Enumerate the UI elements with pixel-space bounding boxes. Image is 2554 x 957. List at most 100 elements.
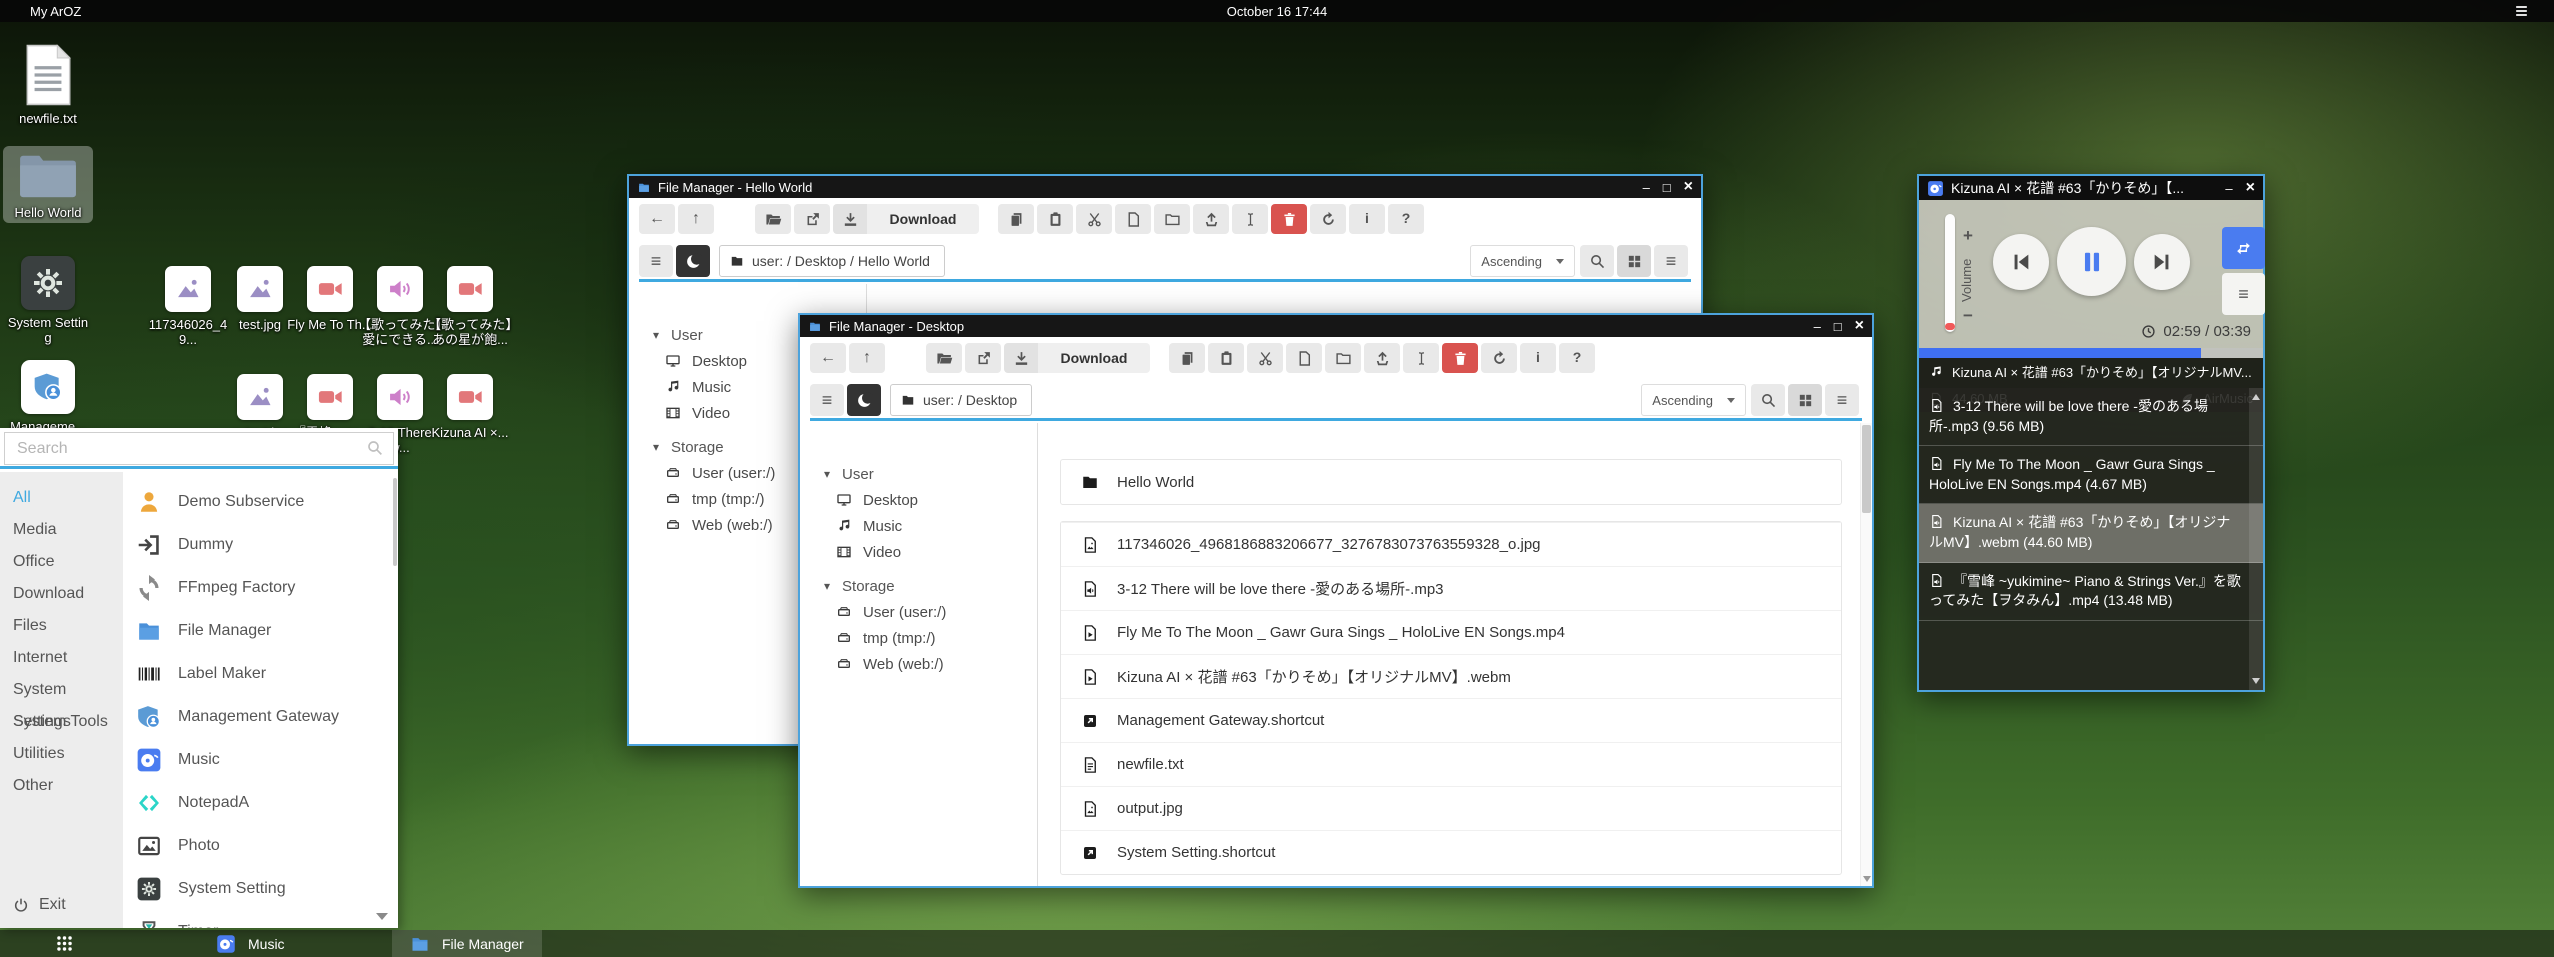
upload-button[interactable] xyxy=(1364,343,1400,373)
category-item[interactable]: Other xyxy=(0,770,123,802)
file-row[interactable]: 3-12 There will be love there -愛のある場所-.m… xyxy=(1061,566,1841,610)
titlebar[interactable]: File Manager - Hello World – □ × xyxy=(629,176,1701,198)
exit-button[interactable]: Exit xyxy=(13,896,66,914)
close-button[interactable]: × xyxy=(2246,180,2255,196)
sidebar-item[interactable]: tmp (tmp:/) xyxy=(800,625,1037,651)
maximize-button[interactable]: □ xyxy=(1663,181,1671,194)
search-button[interactable] xyxy=(1751,384,1785,416)
desktop-icon[interactable]: Hello World xyxy=(3,146,93,223)
search-button[interactable] xyxy=(1580,245,1614,277)
app-item[interactable]: Management Gateway xyxy=(123,695,398,738)
sidebar-item[interactable]: Storage xyxy=(800,573,1037,599)
category-item[interactable]: Office xyxy=(0,546,123,578)
desktop-icon[interactable]: 【歌ってみた】あの星が飽... xyxy=(425,262,515,351)
open-in-new-button[interactable] xyxy=(965,343,1001,373)
info-button[interactable] xyxy=(1349,204,1385,234)
scrollbar[interactable] xyxy=(1860,423,1872,886)
file-row[interactable]: Fly Me To The Moon _ Gawr Gura Sings _ H… xyxy=(1061,610,1841,654)
file-row[interactable]: Kizuna AI × 花譜 #63「かりそめ」【オリジナルMV】.webm xyxy=(1061,654,1841,698)
new-folder-button[interactable] xyxy=(1154,204,1190,234)
volume-slider[interactable] xyxy=(1945,214,1955,332)
new-folder-button[interactable] xyxy=(1325,343,1361,373)
rename-button[interactable] xyxy=(1403,343,1439,373)
view-list-button[interactable] xyxy=(1825,384,1859,416)
titlebar[interactable]: File Manager - Desktop – □ × xyxy=(800,315,1872,337)
minimize-button[interactable]: – xyxy=(2225,182,2232,195)
sort-dropdown[interactable]: Ascending xyxy=(1470,245,1575,277)
back-button[interactable] xyxy=(810,343,846,373)
new-file-button[interactable] xyxy=(1286,343,1322,373)
progress-bar[interactable] xyxy=(1919,348,2263,358)
app-list-scrollbar[interactable] xyxy=(393,478,397,566)
app-item[interactable]: System Setting xyxy=(123,867,398,910)
help-button[interactable] xyxy=(1559,343,1595,373)
sort-dropdown[interactable]: Ascending xyxy=(1641,384,1746,416)
breadcrumb[interactable]: user: / Desktop xyxy=(890,384,1032,416)
delete-button[interactable] xyxy=(1271,204,1307,234)
playlist-item[interactable]: 『雪峰 ~yukimine~ Piano & Strings Ver.』を歌って… xyxy=(1919,563,2263,621)
paste-button[interactable] xyxy=(1208,343,1244,373)
theme-toggle-button[interactable] xyxy=(847,384,881,416)
app-item[interactable]: File Manager xyxy=(123,609,398,652)
upload-button[interactable] xyxy=(1193,204,1229,234)
file-row[interactable]: output.jpg xyxy=(1061,786,1841,830)
category-item[interactable]: Utilities xyxy=(0,738,123,770)
open-in-new-button[interactable] xyxy=(794,204,830,234)
taskbar-item[interactable]: File Manager xyxy=(392,930,542,957)
app-item[interactable]: Photo xyxy=(123,824,398,867)
search-input[interactable] xyxy=(4,432,394,465)
playlist-item[interactable]: Fly Me To The Moon _ Gawr Gura Sings _ H… xyxy=(1919,446,2263,504)
volume-down-button[interactable]: − xyxy=(1963,306,1973,326)
close-button[interactable]: × xyxy=(1855,318,1864,334)
desktop-icon[interactable]: System Setting xyxy=(3,252,93,349)
delete-button[interactable] xyxy=(1442,343,1478,373)
app-launcher-icon[interactable] xyxy=(55,934,74,953)
file-row[interactable]: 117346026_4968186883206677_3276783073763… xyxy=(1061,522,1841,566)
next-track-button[interactable] xyxy=(2134,234,2190,290)
category-item[interactable]: Files xyxy=(0,610,123,642)
copy-button[interactable] xyxy=(998,204,1034,234)
volume-up-button[interactable]: + xyxy=(1963,226,1973,246)
app-item[interactable]: Label Maker xyxy=(123,652,398,695)
refresh-button[interactable] xyxy=(1310,204,1346,234)
scroll-down-icon[interactable] xyxy=(1863,876,1871,882)
file-row[interactable]: System Setting.shortcut xyxy=(1061,830,1841,874)
new-file-button[interactable] xyxy=(1115,204,1151,234)
refresh-button[interactable] xyxy=(1481,343,1517,373)
download-button[interactable]: Download xyxy=(833,204,979,234)
sidebar-item[interactable]: Music xyxy=(800,513,1037,539)
close-button[interactable]: × xyxy=(1684,179,1693,195)
view-grid-button[interactable] xyxy=(1788,384,1822,416)
category-item[interactable]: All xyxy=(0,482,123,514)
view-list-button[interactable] xyxy=(1654,245,1688,277)
info-button[interactable] xyxy=(1520,343,1556,373)
sidebar-item[interactable]: Desktop xyxy=(800,487,1037,513)
cut-button[interactable] xyxy=(1247,343,1283,373)
sidebar-item[interactable]: User xyxy=(800,461,1037,487)
category-item[interactable]: System Tools xyxy=(0,706,123,738)
back-button[interactable] xyxy=(639,204,675,234)
previous-track-button[interactable] xyxy=(1993,234,2049,290)
hamburger-menu-icon[interactable] xyxy=(2513,3,2530,19)
desktop-icon[interactable]: Manageme... xyxy=(3,356,93,437)
taskbar-item[interactable]: Music xyxy=(198,930,303,957)
menu-toggle-button[interactable] xyxy=(639,245,673,277)
open-button[interactable] xyxy=(926,343,962,373)
desktop-icon[interactable]: Kizuna AI ×... xyxy=(425,370,515,443)
sidebar-item[interactable]: Video xyxy=(800,539,1037,565)
view-grid-button[interactable] xyxy=(1617,245,1651,277)
pause-button[interactable] xyxy=(2057,227,2126,296)
help-button[interactable] xyxy=(1388,204,1424,234)
minimize-button[interactable]: – xyxy=(1814,320,1821,333)
up-button[interactable] xyxy=(678,204,714,234)
category-item[interactable]: Media xyxy=(0,514,123,546)
open-button[interactable] xyxy=(755,204,791,234)
category-item[interactable]: Internet xyxy=(0,642,123,674)
download-button[interactable]: Download xyxy=(1004,343,1150,373)
file-row[interactable]: Management Gateway.shortcut xyxy=(1061,698,1841,742)
volume-handle[interactable] xyxy=(1945,323,1955,330)
sidebar-item[interactable]: Web (web:/) xyxy=(800,651,1037,677)
menu-toggle-button[interactable] xyxy=(810,384,844,416)
clock[interactable]: October 16 17:44 xyxy=(1227,4,1327,19)
app-item[interactable]: Demo Subservice xyxy=(123,480,398,523)
